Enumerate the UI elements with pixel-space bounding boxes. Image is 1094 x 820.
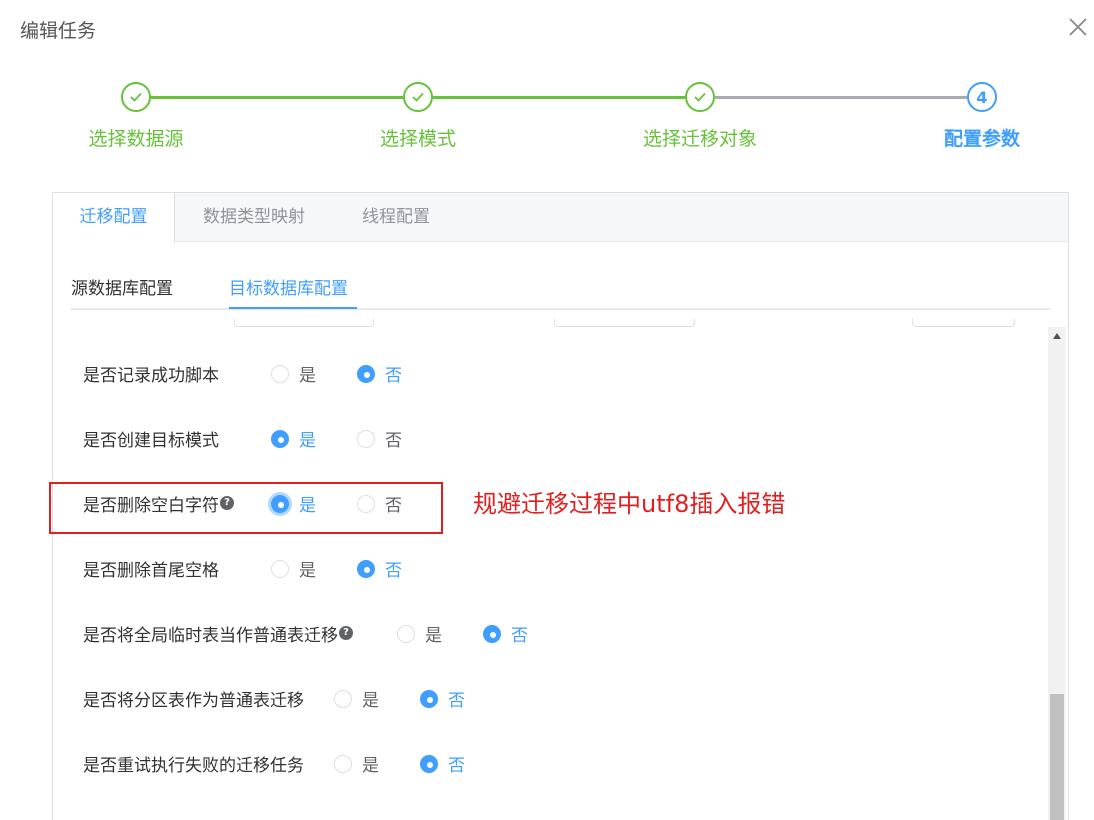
radio-no[interactable]: 否: [357, 361, 402, 386]
step-4-number: 4: [967, 82, 997, 112]
radio-no[interactable]: 否: [357, 556, 402, 581]
annotation-highlight-box: [49, 482, 443, 534]
option-row: 是否创建目标模式: [83, 423, 219, 453]
step-connector-1: [150, 96, 403, 99]
input-field-partial[interactable]: [912, 319, 1015, 327]
vertical-scrollbar[interactable]: [1048, 327, 1066, 820]
tab-thread-config[interactable]: 线程配置: [343, 193, 449, 242]
close-icon[interactable]: [1066, 15, 1090, 39]
option-row: 是否将全局临时表当作普通表迁移?: [83, 618, 353, 648]
help-icon[interactable]: ?: [339, 626, 353, 640]
input-field-partial[interactable]: [554, 319, 695, 327]
subtab-target-db[interactable]: 目标数据库配置: [229, 274, 348, 299]
radio-yes[interactable]: 是: [334, 751, 379, 776]
radio-yes[interactable]: 是: [271, 426, 316, 451]
option-row: 是否删除首尾空格: [83, 553, 219, 583]
subtab-active-indicator: [229, 307, 357, 309]
option-label: 是否将分区表作为普通表迁移: [83, 690, 304, 711]
tabs-header: 迁移配置 数据类型映射 线程配置: [53, 193, 1068, 243]
radio-no[interactable]: 否: [420, 686, 465, 711]
option-row: 是否重试执行失败的迁移任务: [83, 748, 304, 778]
subtabs: 源数据库配置 目标数据库配置: [71, 266, 1050, 310]
radio-no[interactable]: 否: [357, 426, 402, 451]
step-1-label: 选择数据源: [88, 128, 184, 150]
subtab-source-db[interactable]: 源数据库配置: [71, 274, 173, 299]
radio-yes[interactable]: 是: [271, 556, 316, 581]
option-label: 是否删除首尾空格: [83, 560, 219, 581]
step-3-check-icon: [685, 82, 715, 112]
step-4-label: 配置参数: [943, 128, 1021, 150]
step-3-label: 选择迁移对象: [642, 128, 758, 150]
option-label: 是否记录成功脚本: [83, 365, 219, 386]
option-row: 是否将分区表作为普通表迁移: [83, 683, 304, 713]
option-row: 是否记录成功脚本: [83, 358, 219, 388]
scroll-thumb[interactable]: [1050, 694, 1064, 820]
radio-yes[interactable]: 是: [397, 621, 442, 646]
radio-no[interactable]: 否: [483, 621, 528, 646]
annotation-text: 规避迁移过程中utf8插入报错: [473, 490, 786, 518]
steps: 4 选择数据源 选择模式 选择迁移对象 配置参数: [0, 80, 1094, 160]
radio-no[interactable]: 否: [420, 751, 465, 776]
step-connector-3: [715, 96, 967, 99]
dialog-title: 编辑任务: [20, 20, 97, 42]
radio-yes[interactable]: 是: [271, 361, 316, 386]
option-label: 是否创建目标模式: [83, 430, 219, 451]
step-2-label: 选择模式: [379, 128, 457, 150]
step-1-check-icon: [121, 82, 151, 112]
option-label: 是否重试执行失败的迁移任务: [83, 755, 304, 776]
radio-yes[interactable]: 是: [334, 686, 379, 711]
step-2-check-icon: [403, 82, 433, 112]
tab-data-type-mapping[interactable]: 数据类型映射: [185, 193, 323, 242]
input-field-partial[interactable]: [234, 319, 374, 327]
options-scroll-area[interactable]: 是否记录成功脚本 是 否 是否创建目标模式 是 否 是否删除空白字符 ? 是 否…: [71, 311, 1068, 820]
step-connector-2: [433, 96, 685, 99]
tab-migration-config[interactable]: 迁移配置: [53, 193, 175, 243]
option-label: 是否将全局临时表当作普通表迁移?: [83, 621, 353, 646]
scroll-up-arrow-icon[interactable]: [1053, 333, 1061, 339]
